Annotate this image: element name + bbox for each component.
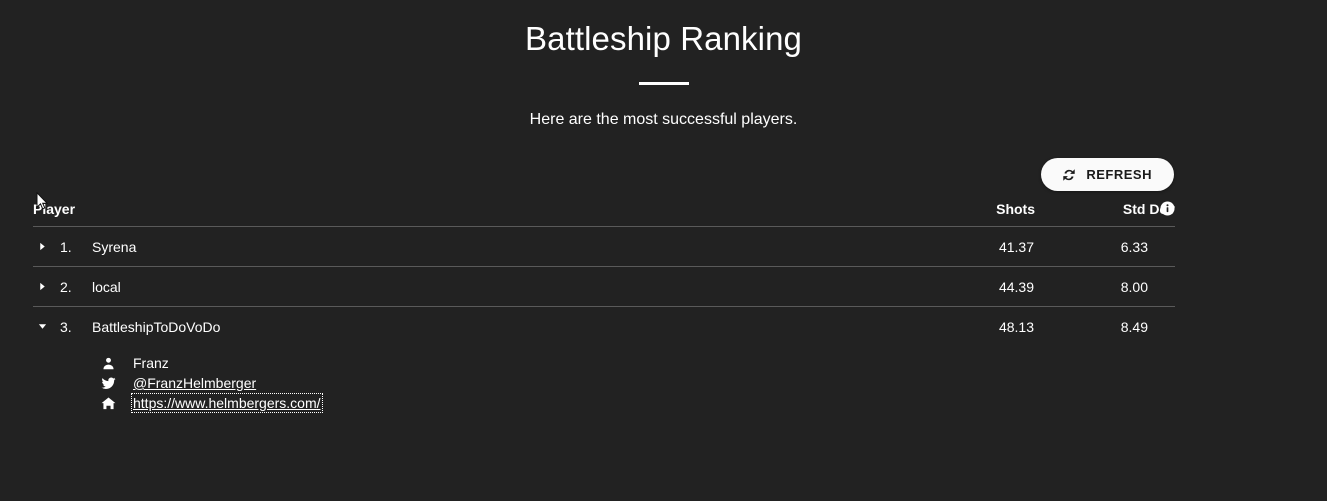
cell-std-dev: 6.33 [1035,226,1175,267]
table-body: 1. Syrena 41.37 6.33 2. local 44.39 8.00… [33,226,1175,427]
player-detail-panel: Franz @FranzHelmberger https://www.helmb… [34,347,1174,425]
column-header-std-dev[interactable]: Std Dev [1035,201,1175,227]
player-real-name: Franz [133,355,169,371]
ranking-table-container: Player Shots Std Dev 1. Syrena 41.37 6.3… [0,201,1327,426]
cell-shots: 41.37 [855,226,1035,267]
twitter-icon [100,376,117,391]
cell-player: 2. local [33,266,855,307]
cell-detail: Franz @FranzHelmberger https://www.helmb… [33,346,1175,426]
page-title: Battleship Ranking [525,20,802,57]
table-row-detail: Franz @FranzHelmberger https://www.helmb… [33,346,1175,426]
title-divider [638,82,689,85]
cell-player: 3. BattleshipToDoVoDo [33,307,855,347]
table-header-row: Player Shots Std Dev [33,201,1175,227]
cell-shots: 48.13 [998,318,1034,335]
table-row[interactable]: 3. BattleshipToDoVoDo 48.13 8.49 [33,307,1175,347]
info-icon[interactable] [1160,201,1175,216]
triangle-right-icon[interactable] [38,242,60,251]
detail-line-name: Franz [100,353,1174,373]
cell-player: 1. Syrena [33,226,855,267]
cell-shots: 44.39 [855,266,1035,307]
twitter-link[interactable]: @FranzHelmberger [133,375,256,391]
cell-std-dev: 8.49 [1120,318,1148,335]
rank-number: 1. [60,238,72,255]
player-name: Syrena [92,238,137,255]
player-name: local [92,278,121,295]
home-icon [100,396,117,411]
triangle-down-icon[interactable] [38,322,60,331]
column-header-shots[interactable]: Shots [855,201,1035,227]
table-row[interactable]: 2. local 44.39 8.00 [33,266,1175,307]
rank-number: 3. [60,318,72,335]
sync-icon [1061,167,1077,183]
column-header-player[interactable]: Player [33,201,855,227]
ranking-table: Player Shots Std Dev 1. Syrena 41.37 6.3… [33,201,1175,426]
page-header: Battleship Ranking Here are the most suc… [0,0,1327,131]
cell-std-dev: 8.00 [1035,266,1175,307]
table-row[interactable]: 1. Syrena 41.37 6.33 [33,226,1175,267]
rank-number: 2. [60,278,72,295]
user-icon [100,357,117,370]
triangle-right-icon[interactable] [38,282,60,291]
detail-line-twitter: @FranzHelmberger [100,373,1174,393]
refresh-button-label: REFRESH [1086,167,1152,182]
page-subtitle: Here are the most successful players. [529,111,798,128]
player-name: BattleshipToDoVoDo [92,318,221,335]
toolbar: REFRESH [0,158,1327,191]
website-link[interactable]: https://www.helmbergers.com/ [131,393,323,413]
detail-line-website: https://www.helmbergers.com/ [100,393,1174,413]
table-header: Player Shots Std Dev [33,201,1175,227]
refresh-button[interactable]: REFRESH [1041,158,1174,191]
